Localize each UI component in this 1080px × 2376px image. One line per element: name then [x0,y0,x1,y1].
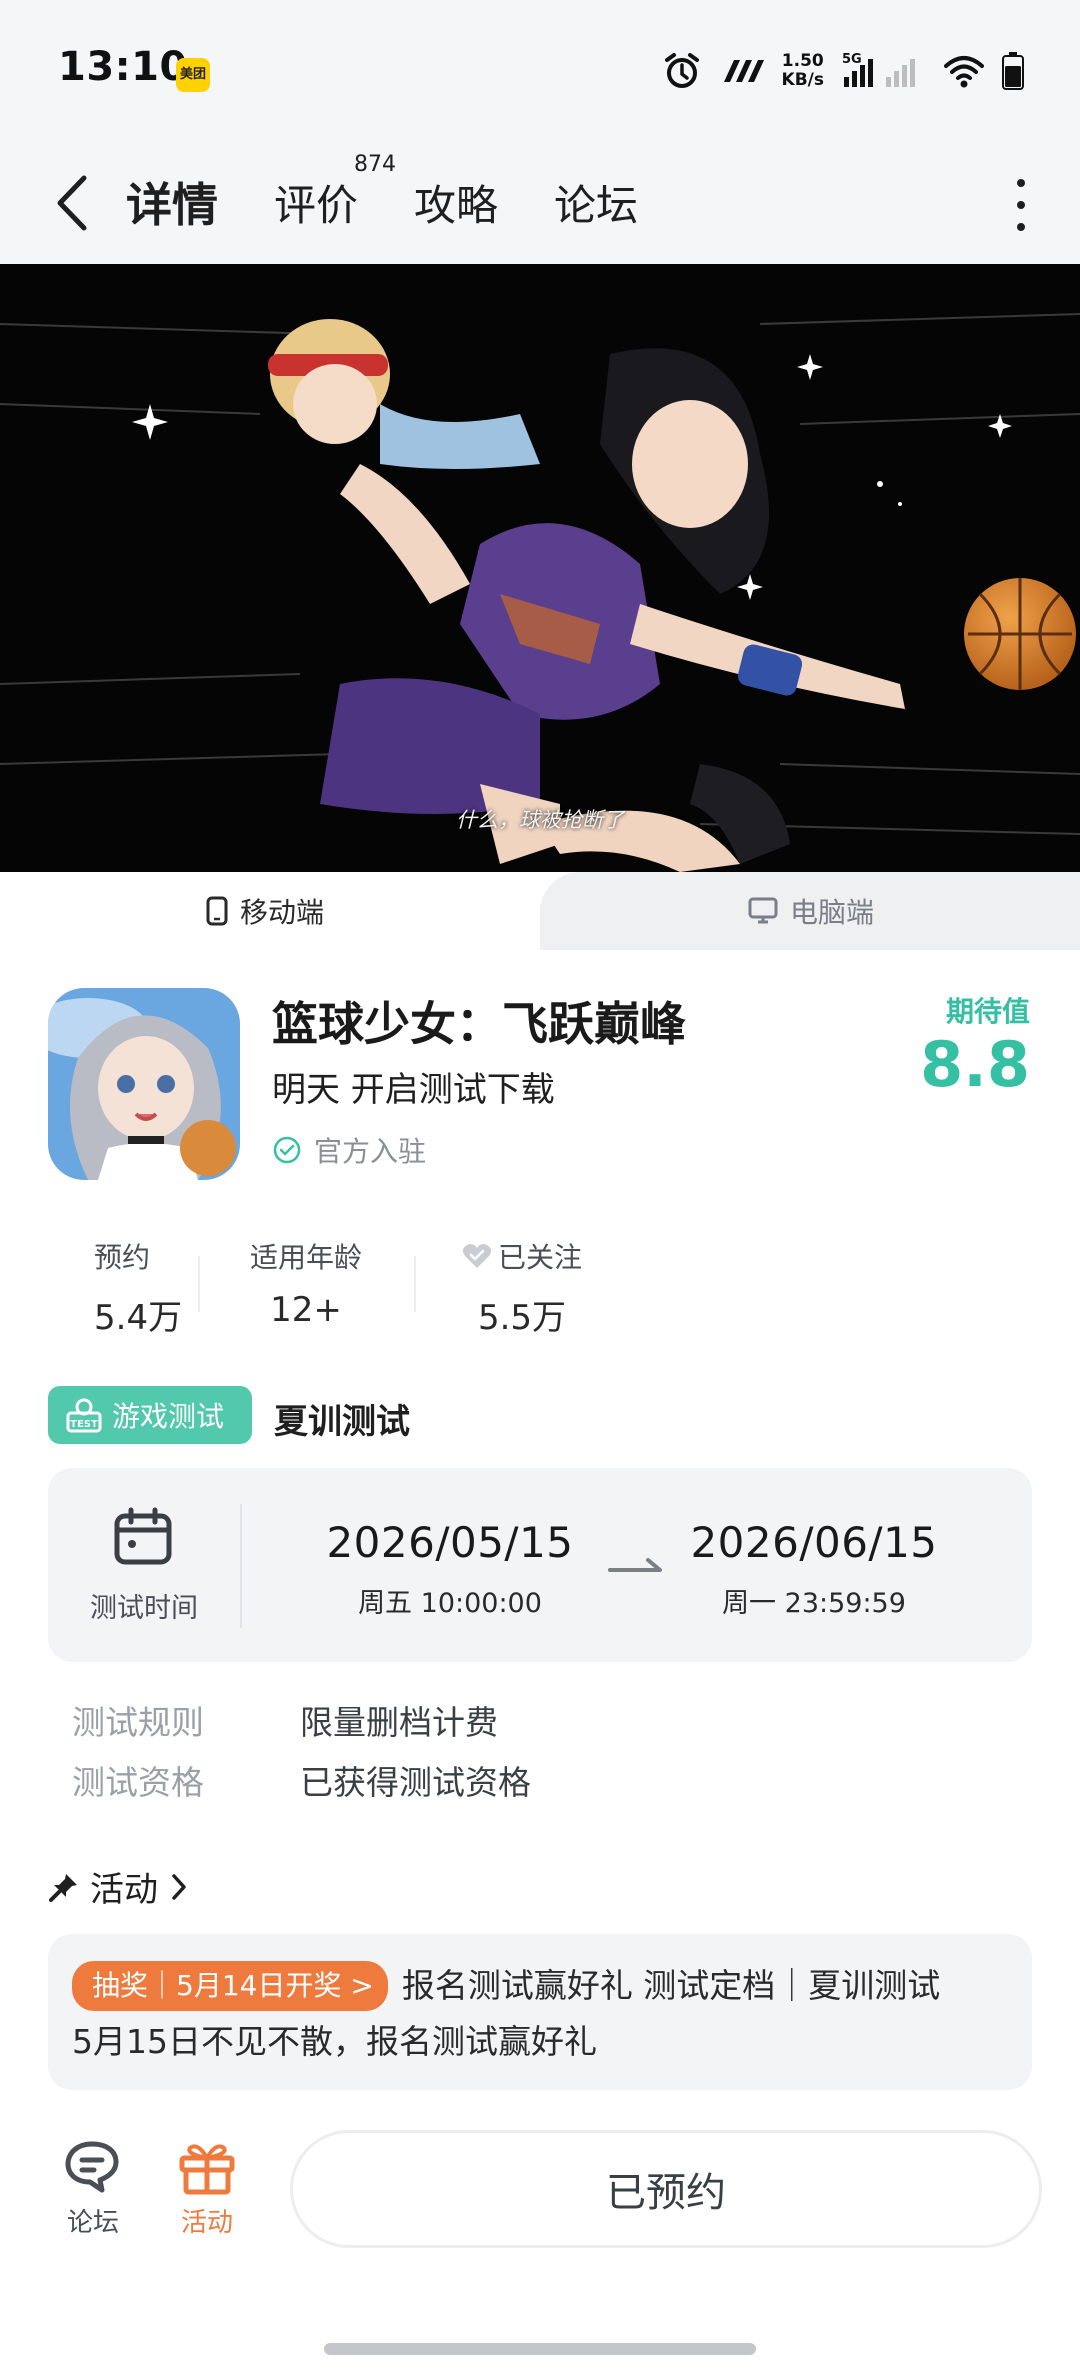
stats-row: 预约 5.4万 适用年龄 12+ 已关注 5.5万 [48,1236,630,1338]
more-dot [1017,201,1025,209]
tab-guides[interactable]: 攻略 [414,172,498,233]
app-subtitle: 明天 开启测试下载 [272,1070,555,1110]
review-count: 874 [354,151,397,177]
hero-caption: 什么，球被抢断了 [456,808,624,832]
app-icon [48,988,240,1180]
platform-tabs: 移动端 电脑端 [0,872,1080,950]
test-start: 2026/05/15 周五 10:00:00 [320,1518,580,1620]
chevron-right-icon [172,1873,186,1900]
more-options-button[interactable] [1006,170,1036,240]
official-badge: 官方入驻 [272,1130,426,1170]
test-end-time: 周一 23:59:59 [722,1588,906,1619]
test-end-date: 2026/06/15 [690,1518,938,1567]
stat-age-rating[interactable]: 适用年龄 12+ [198,1236,414,1336]
bottom-activity-button[interactable]: 活动 [162,2138,252,2239]
hero-illustration [0,264,1080,872]
tab-forum[interactable]: 论坛 [554,172,638,233]
pin-icon [49,1873,77,1902]
reserved-button[interactable]: 已预约 [290,2130,1042,2248]
more-dot [1017,179,1025,187]
test-time-card: 测试时间 2026/05/15 周五 10:00:00 2026/06/15 周… [48,1468,1032,1662]
home-indicator[interactable] [324,2343,756,2355]
app-title: 篮球少女：飞跃巅峰 [272,997,686,1051]
test-start-date: 2026/05/15 [326,1518,574,1567]
verified-check-icon [273,1136,301,1164]
chevron-left-icon [57,175,87,231]
alarm-icon [664,53,699,88]
svg-text:TEST: TEST [70,1419,98,1430]
nfc-icon [723,60,764,82]
signal-icon: 5G [842,52,915,87]
battery-icon [1002,52,1024,90]
tab-details[interactable]: 详情 [122,169,222,235]
activity-card[interactable]: 抽奖｜5月14日开奖 > 报名测试赢好礼 测试定档｜夏训测试 5月15日不见不散，… [48,1934,1032,2090]
tab-reviews[interactable]: 评价 874 [274,152,396,233]
more-dot [1017,223,1025,231]
status-bar: 13:10 美团 1.50 KB/s 5G [0,0,1080,140]
wifi-icon [944,56,984,88]
activity-line-1: 报名测试赢好礼 测试定档｜夏训测试 [401,1965,941,2005]
divider [240,1504,242,1628]
hero-video[interactable]: 什么，球被抢断了 [0,264,1080,872]
heart-icon [462,1244,492,1268]
lottery-tag[interactable]: 抽奖｜5月14日开奖 > [72,1960,388,2011]
monitor-icon [748,897,778,924]
activity-section-link[interactable]: 活动 [48,1862,190,1911]
status-time: 13:10 [58,44,188,90]
test-time-label-block: 测试时间 [48,1468,240,1662]
expectation-label: 期待值 [945,995,1030,1028]
svg-text:5G: 5G [842,52,862,67]
game-test-badge: TEST 游戏测试 [48,1386,252,1444]
expectation-score: 期待值 8.8 [910,990,1030,1100]
test-stamp-icon: TEST [66,1398,102,1433]
test-rule-row: 测试规则 限量删档计费 [72,1703,498,1742]
test-name: 夏训测试 [274,1402,410,1442]
net-speed: 1.50 KB/s [781,51,824,90]
back-button[interactable] [46,168,106,238]
gift-icon [179,2144,235,2195]
stat-follow[interactable]: 已关注 5.5万 [414,1236,630,1338]
expectation-value: 8.8 [920,1028,1030,1101]
status-icons: 1.50 KB/s 5G [662,46,1024,96]
test-start-time: 周五 10:00:00 [358,1588,542,1619]
test-end: 2026/06/15 周一 23:59:59 [684,1518,944,1620]
activity-line-2: 5月15日不见不散，报名测试赢好礼 [72,2021,597,2061]
forum-chat-icon [65,2141,119,2193]
meituan-notification-icon: 美团 [176,58,210,92]
stat-reservations: 预约 5.4万 [94,1241,183,1338]
platform-tab-pc[interactable]: 电脑端 [748,872,874,950]
arrow-right-icon [608,1558,662,1572]
platform-tab-mobile[interactable]: 移动端 [206,872,324,950]
top-nav-bar: 详情 评价 874 攻略 论坛 [0,140,1080,264]
phone-icon [206,896,228,926]
bottom-forum-button[interactable]: 论坛 [48,2138,138,2239]
nav-tabs: 详情 评价 874 攻略 论坛 [122,152,694,244]
calendar-icon [114,1507,172,1565]
test-eligibility-row: 测试资格 已获得测试资格 [72,1763,531,1802]
